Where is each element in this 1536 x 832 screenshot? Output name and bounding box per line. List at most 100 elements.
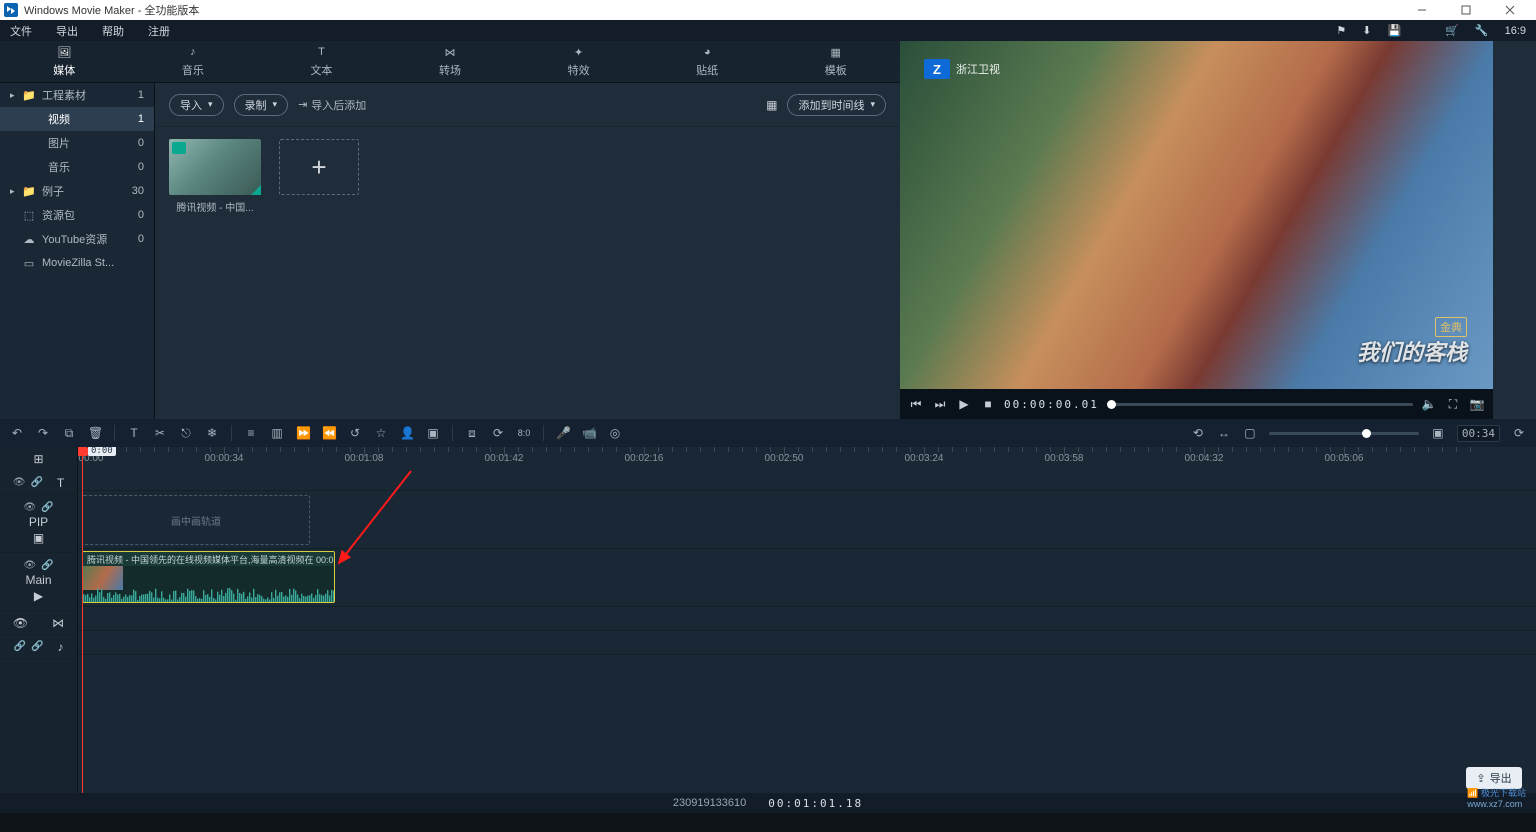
zoom-slider[interactable] xyxy=(1269,432,1419,435)
trash-icon[interactable]: 🗑 xyxy=(88,426,102,440)
aspect-ratio[interactable]: 16:9 xyxy=(1505,25,1526,37)
tab-transition[interactable]: ⋈转场 xyxy=(386,41,515,82)
track-audio[interactable] xyxy=(78,631,1536,655)
volume-icon[interactable]: 🔈 xyxy=(1421,397,1437,411)
sidebar: ▸📁工程素材1视频1图片0音乐0▸📁例子30⬚资源包0☁YouTube资源0▭M… xyxy=(0,83,155,419)
import-button[interactable]: 导入▾ xyxy=(169,94,224,116)
media-clip-thumb[interactable]: 腾讯视频 - 中国... xyxy=(169,139,261,214)
time-ruler[interactable]: 00:00:0000:00:3400:01:0800:01:4200:02:16… xyxy=(78,447,1536,471)
rotate-icon[interactable]: ⟳ xyxy=(491,426,505,440)
sidebar-item[interactable]: ☁YouTube资源0 xyxy=(0,227,154,251)
fit-icon[interactable]: ↔ xyxy=(1217,426,1231,440)
track-transition[interactable] xyxy=(78,607,1536,631)
window-minimize[interactable] xyxy=(1400,0,1444,20)
import-then-add[interactable]: ⇥导入后添加 xyxy=(298,97,366,113)
text-tool-icon[interactable]: T xyxy=(127,426,141,440)
sidebar-item[interactable]: 音乐0 xyxy=(0,155,154,179)
tab-sticker[interactable]: ◕贴纸 xyxy=(643,41,772,82)
menu-register[interactable]: 注册 xyxy=(148,23,170,39)
skip-back-icon[interactable]: ⏮ xyxy=(908,397,924,412)
media-thumbs: 腾讯视频 - 中国... + xyxy=(155,127,900,419)
sidebar-item[interactable]: ▸📁工程素材1 xyxy=(0,83,154,107)
tab-template[interactable]: ▦模板 xyxy=(771,41,900,82)
cut-icon[interactable]: ✂ xyxy=(153,426,167,440)
mic-icon[interactable]: 🎤 xyxy=(556,426,570,440)
track-pip[interactable]: 画中画轨道 xyxy=(78,491,1536,549)
cat-tabs-wrap: 🖼媒体 ♪音乐 T文本 ⋈转场 ✦特效 ◕贴纸 ▦模板 ▸📁工程素材1视频1图片… xyxy=(0,41,900,419)
loop-icon[interactable]: ⟲ xyxy=(1191,426,1205,440)
pip-drop-area[interactable]: 画中画轨道 xyxy=(82,495,310,545)
camera2-icon[interactable]: 📹 xyxy=(582,426,596,440)
copy-icon[interactable]: ⧉ xyxy=(62,426,76,441)
key-icon[interactable]: 🔧 xyxy=(1475,24,1489,37)
record-button[interactable]: 录制▾ xyxy=(234,94,289,116)
format-icon[interactable]: 8:0 xyxy=(517,428,531,438)
sidebar-item[interactable]: 视频1 xyxy=(0,107,154,131)
target-icon[interactable]: ◎ xyxy=(608,426,622,440)
cart-icon[interactable]: 🛒 xyxy=(1445,24,1459,37)
playhead[interactable]: 0:00 xyxy=(82,447,83,813)
undo-icon[interactable]: ↶ xyxy=(10,426,24,440)
main-clip[interactable]: 腾讯视频 - 中国领先的在线视频媒体平台,海量高清视频在 00:0 xyxy=(82,551,335,603)
track-head-audio[interactable]: 🔗🔗♪ xyxy=(0,635,77,659)
sidebar-item[interactable]: ▸📁例子30 xyxy=(0,179,154,203)
add-media-button[interactable]: + xyxy=(279,139,359,195)
columns-icon[interactable]: ▥ xyxy=(270,426,284,440)
track-head-ruler[interactable]: ⊞ xyxy=(0,447,77,471)
preview-panel: 浙江卫视 金典 我们的客栈 ⏮ ⏭ ▶ ■ 00:00:00.01 🔈 ⛶ 📷 xyxy=(900,41,1493,419)
track-main[interactable]: 腾讯视频 - 中国领先的在线视频媒体平台,海量高清视频在 00:0 xyxy=(78,549,1536,607)
timeline-canvas[interactable]: 00:00:0000:00:3400:01:0800:01:4200:02:16… xyxy=(78,447,1536,813)
snow-icon[interactable]: ❄ xyxy=(205,426,219,440)
person-icon[interactable]: 👤 xyxy=(400,426,414,440)
crop-icon[interactable]: ⧈ xyxy=(465,426,479,441)
window-maximize[interactable] xyxy=(1444,0,1488,20)
skip-fwd-icon[interactable]: ⏭ xyxy=(932,397,948,412)
status-id: 230919133610 xyxy=(673,797,746,809)
player-seekbar[interactable] xyxy=(1107,403,1413,406)
stop-icon[interactable]: ■ xyxy=(980,397,996,411)
track-head-trans[interactable]: 👁⋈ xyxy=(0,611,77,635)
player-timecode: 00:00:00.01 xyxy=(1004,398,1099,411)
tab-effect[interactable]: ✦特效 xyxy=(514,41,643,82)
add-to-timeline[interactable]: 添加到时间线▾ xyxy=(787,94,886,116)
sidebar-item[interactable]: 图片0 xyxy=(0,131,154,155)
split-icon[interactable]: ⎋ xyxy=(179,426,193,441)
menu-help[interactable]: 帮助 xyxy=(102,23,124,39)
menu-file[interactable]: 文件 xyxy=(10,23,32,39)
track-head-pip[interactable]: 👁🔗 PIP ▣ xyxy=(0,495,77,553)
speed-rev-icon[interactable]: ⏪ xyxy=(322,426,336,440)
sidebar-item[interactable]: ⬚资源包0 xyxy=(0,203,154,227)
redo-icon[interactable]: ↷ xyxy=(36,426,50,440)
status-bar: 230919133610 00:01:01.18 xyxy=(0,793,1536,813)
content-bar: 导入▾ 录制▾ ⇥导入后添加 ▦ 添加到时间线▾ xyxy=(155,83,900,127)
grid-view-icon[interactable]: ▦ xyxy=(766,98,777,112)
pip-icon[interactable]: ▣ xyxy=(426,426,440,440)
reverse-icon[interactable]: ↺ xyxy=(348,426,362,440)
window-close[interactable] xyxy=(1488,0,1532,20)
play-icon[interactable]: ▶ xyxy=(956,397,972,411)
flag-icon[interactable]: ⚑ xyxy=(1336,24,1346,37)
preview-viewport[interactable]: 浙江卫视 金典 我们的客栈 xyxy=(900,41,1493,389)
tab-media[interactable]: 🖼媒体 xyxy=(0,41,129,82)
star-icon[interactable]: ☆ xyxy=(374,426,388,440)
menu-export[interactable]: 导出 xyxy=(56,23,78,39)
save-icon[interactable]: 💾 xyxy=(1387,24,1401,37)
sidebar-item[interactable]: ▭MovieZilla St... xyxy=(0,251,154,275)
tab-music[interactable]: ♪音乐 xyxy=(129,41,258,82)
speed-fwd-icon[interactable]: ⏩ xyxy=(296,426,310,440)
list-icon[interactable]: ≡ xyxy=(244,426,258,440)
track-text[interactable] xyxy=(78,471,1536,491)
track-head-main[interactable]: 👁🔗 Main ▶ xyxy=(0,553,77,611)
upper-area: 🖼媒体 ♪音乐 T文本 ⋈转场 ✦特效 ◕贴纸 ▦模板 ▸📁工程素材1视频1图片… xyxy=(0,41,1536,419)
track-head-text[interactable]: 👁🔗T xyxy=(0,471,77,495)
refresh-icon[interactable]: ⟳ xyxy=(1512,426,1526,440)
tab-text[interactable]: T文本 xyxy=(257,41,386,82)
titlebar: Windows Movie Maker - 全功能版本 xyxy=(0,0,1536,20)
snapshot-icon[interactable]: 📷 xyxy=(1469,397,1485,411)
fullscreen-icon[interactable]: ⛶ xyxy=(1445,397,1461,412)
category-tabs: 🖼媒体 ♪音乐 T文本 ⋈转场 ✦特效 ◕贴纸 ▦模板 xyxy=(0,41,900,83)
zoom-in-icon[interactable]: ▣ xyxy=(1431,426,1445,440)
zoom-out-icon[interactable]: ▢ xyxy=(1243,426,1257,440)
download-icon[interactable]: ⬇ xyxy=(1362,24,1371,37)
timeline-toolbar: ↶ ↷ ⧉ 🗑 T ✂ ⎋ ❄ ≡ ▥ ⏩ ⏪ ↺ ☆ 👤 ▣ ⧈ ⟳ 8:0 … xyxy=(0,419,1536,447)
